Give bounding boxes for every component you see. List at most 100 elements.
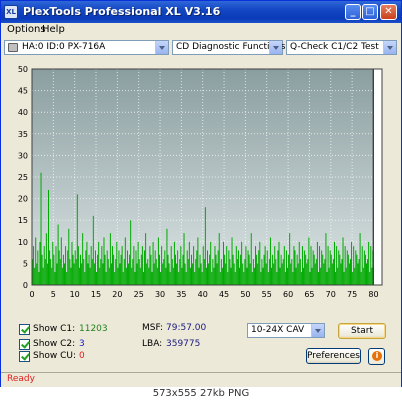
c1-bar — [248, 254, 250, 285]
c1-bar — [339, 254, 341, 285]
c1-bar — [154, 250, 156, 285]
c1-bar — [141, 246, 143, 285]
maximize-button[interactable]: □ — [362, 4, 378, 20]
x-tick-label: 80 — [368, 290, 378, 299]
c1-bar — [364, 254, 366, 285]
c1-bar — [262, 267, 264, 285]
c1-bar — [165, 267, 167, 285]
drive-select[interactable]: HA:0 ID:0 PX-716A — [4, 40, 169, 55]
c1-bar — [351, 241, 353, 285]
application-window: XL PlexTools Professional XL V3.16 _ □ ✕… — [0, 0, 402, 387]
c1-bar — [128, 263, 130, 285]
c1-bar — [330, 254, 332, 285]
speed-select[interactable]: 10-24X CAV — [247, 323, 325, 338]
c1-bar — [347, 254, 349, 285]
menu-help[interactable]: Help — [42, 24, 65, 35]
c1-c2-chart: 0 5 10 15 20 25 30 35 40 45 50 0 5 10 15 20 25 30 35 40 45 50… — [5, 61, 397, 311]
c1-bar — [297, 263, 299, 285]
c1-bar — [61, 267, 63, 285]
c1-bar — [307, 259, 309, 285]
c1-bar — [240, 254, 242, 285]
info-button[interactable]: i — [368, 348, 385, 365]
c1-bar — [289, 233, 291, 285]
c1-bar — [98, 241, 100, 285]
c1-bar — [349, 259, 351, 285]
c1-bar — [267, 272, 269, 285]
close-button[interactable]: ✕ — [380, 4, 397, 20]
c1-bar — [188, 241, 190, 285]
c1-bar — [201, 272, 203, 285]
start-button[interactable]: Start — [338, 323, 386, 339]
c1-bar — [255, 246, 257, 285]
show-cu-label: Show CU: — [33, 351, 77, 361]
c1-bar — [205, 267, 207, 285]
c1-bar — [167, 254, 169, 285]
c1-bar — [236, 259, 238, 285]
c1-bar — [219, 272, 221, 285]
c1-bar — [65, 246, 67, 285]
y-tick-label: 25 — [18, 173, 28, 182]
title-bar[interactable]: XL PlexTools Professional XL V3.16 _ □ ✕ — [1, 1, 401, 23]
c1-bar — [224, 254, 226, 285]
c1-bar — [131, 267, 133, 285]
c1-bar — [305, 254, 307, 285]
chevron-down-icon[interactable] — [155, 41, 168, 54]
c1-bar — [184, 263, 186, 285]
c1-bar — [243, 272, 245, 285]
test-select[interactable]: Q-Check C1/C2 Test — [286, 40, 397, 55]
c1-bar — [247, 250, 249, 285]
show-cu-checkbox[interactable] — [19, 351, 30, 362]
c1-bar — [53, 254, 55, 285]
chevron-down-icon[interactable] — [383, 41, 396, 54]
c1-bar — [56, 263, 58, 285]
drive-select-value: HA:0 ID:0 PX-716A — [22, 42, 106, 52]
c1-bar — [194, 272, 196, 285]
c1-bar — [311, 267, 313, 285]
c1-bar — [43, 246, 45, 285]
c1-bar — [359, 233, 361, 285]
c1-bar — [300, 272, 302, 285]
x-tick-label: 35 — [176, 290, 186, 299]
c1-bar — [77, 246, 79, 285]
c1-bar — [327, 246, 329, 285]
x-tick-label: 5 — [51, 290, 56, 299]
y-tick-label: 15 — [18, 216, 28, 225]
lba-label: LBA: — [142, 339, 163, 349]
c1-bar — [251, 272, 253, 285]
c1-bar — [176, 263, 178, 285]
c1-bar — [76, 194, 78, 285]
c1-bar — [212, 259, 214, 285]
preferences-button[interactable]: Preferences — [306, 348, 361, 364]
c1-bar — [285, 250, 287, 285]
c1-bar — [321, 250, 323, 285]
menu-bar: Options Help — [1, 23, 401, 37]
c1-bar — [132, 259, 134, 285]
menu-options[interactable]: Options — [7, 24, 46, 35]
chevron-down-icon[interactable] — [269, 41, 282, 54]
c1-bar — [265, 263, 267, 285]
c1-bar — [313, 254, 315, 285]
c1-bar — [40, 172, 42, 285]
show-c2-checkbox[interactable] — [19, 339, 30, 350]
window-title: PlexTools Professional XL V3.16 — [23, 5, 221, 18]
show-c1-checkbox[interactable] — [19, 324, 30, 335]
c1-bar — [105, 272, 107, 285]
c1-bar — [310, 246, 312, 285]
c1-bar — [269, 237, 271, 285]
c1-bar — [211, 272, 213, 285]
c1-bar — [209, 254, 211, 285]
c1-bar — [249, 263, 251, 285]
x-tick-label: 20 — [112, 290, 122, 299]
c1-bar — [246, 267, 248, 285]
minimize-button[interactable]: _ — [345, 4, 361, 20]
msf-value: 79:57.00 — [166, 323, 207, 333]
c1-bar — [103, 237, 105, 285]
app-icon: XL — [4, 5, 18, 19]
c1-bar — [295, 267, 297, 285]
function-select[interactable]: CD Diagnostic Functions — [172, 40, 285, 55]
c1-bar — [39, 241, 41, 285]
chevron-down-icon[interactable] — [311, 324, 324, 337]
c1-bar — [114, 272, 116, 285]
c1-bar — [72, 254, 74, 285]
x-tick-label: 10 — [70, 290, 80, 299]
